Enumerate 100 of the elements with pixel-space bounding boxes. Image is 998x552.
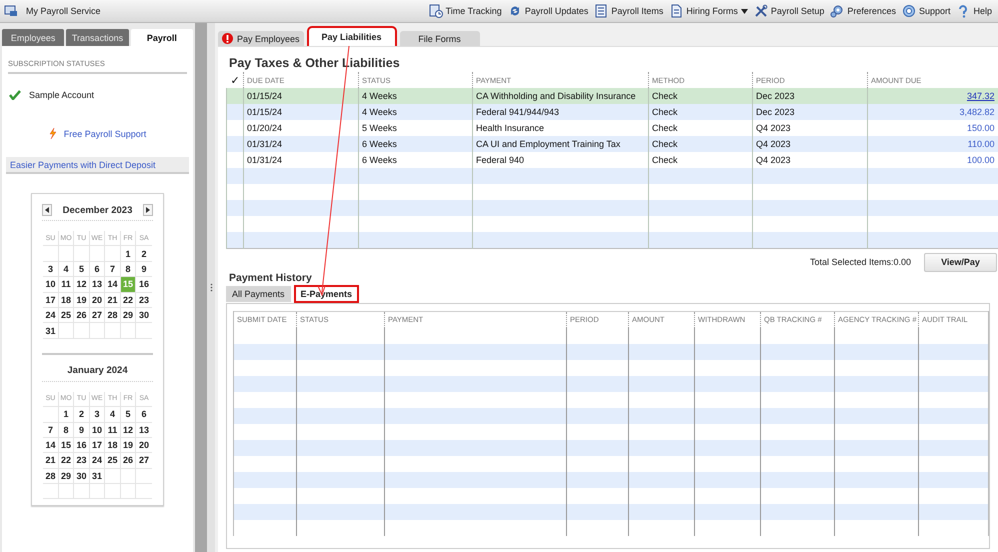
table-cell: 01/15/24 bbox=[244, 88, 358, 104]
calendar-day[interactable]: 16 bbox=[136, 277, 152, 293]
column-header[interactable]: ✓ bbox=[226, 72, 244, 88]
calendar-day[interactable]: 31 bbox=[90, 468, 106, 484]
calendar-day[interactable]: 2 bbox=[74, 407, 90, 423]
table-cell: Federal 941/944/943 bbox=[472, 104, 648, 120]
page-tab[interactable]: Pay Liabilities bbox=[308, 28, 395, 46]
calendar-day[interactable]: 11 bbox=[105, 422, 121, 438]
previous-month-button[interactable] bbox=[42, 204, 52, 216]
sidebar-tab[interactable]: Payroll bbox=[130, 29, 193, 46]
calendar-day[interactable]: 18 bbox=[58, 292, 74, 308]
calendar-day[interactable]: 26 bbox=[74, 308, 90, 324]
calendar-day[interactable]: 4 bbox=[105, 407, 121, 423]
empty-day-cell bbox=[58, 323, 74, 339]
calendar-day[interactable]: 29 bbox=[120, 308, 136, 324]
calendar-day[interactable]: 30 bbox=[74, 468, 90, 484]
calendar-day[interactable]: 7 bbox=[105, 262, 121, 278]
calendar-day[interactable]: 22 bbox=[58, 453, 74, 469]
calendar-day[interactable]: 1 bbox=[120, 246, 136, 262]
sidebar-tab[interactable]: Employees bbox=[2, 29, 64, 46]
calendar-day[interactable]: 2 bbox=[136, 246, 152, 262]
table-cell: Check bbox=[648, 104, 752, 120]
amount-cell[interactable]: 110.00 bbox=[868, 136, 998, 152]
page-tab[interactable]: File Forms bbox=[400, 31, 480, 46]
calendar-day[interactable]: 17 bbox=[90, 438, 106, 454]
calendar-day[interactable]: 28 bbox=[105, 308, 121, 324]
calendar-day[interactable]: 17 bbox=[43, 292, 59, 308]
calendar-day[interactable]: 5 bbox=[74, 262, 90, 278]
calendar-day[interactable]: 3 bbox=[43, 262, 59, 278]
empty-day-cell bbox=[43, 246, 59, 262]
calendar-day[interactable]: 21 bbox=[105, 292, 121, 308]
calendar-day[interactable]: 10 bbox=[43, 277, 59, 293]
calendar-day[interactable]: 14 bbox=[43, 438, 59, 454]
calendar-day[interactable]: 6 bbox=[90, 262, 106, 278]
calendar-day[interactable]: 20 bbox=[136, 438, 152, 454]
calendar-day[interactable]: 12 bbox=[120, 422, 136, 438]
page-tab[interactable]: Pay Employees bbox=[218, 31, 304, 46]
calendar-day[interactable]: 4 bbox=[58, 262, 74, 278]
toolbar-item[interactable]: Help bbox=[956, 4, 992, 18]
calendar-day[interactable]: 5 bbox=[120, 407, 136, 423]
empty-day-cell bbox=[74, 484, 90, 500]
calendar-day[interactable]: 18 bbox=[105, 438, 121, 454]
history-tab[interactable]: All Payments bbox=[226, 286, 291, 302]
empty-day-cell bbox=[105, 246, 121, 262]
calendar-day[interactable]: 31 bbox=[43, 323, 59, 339]
calendar-day[interactable]: 30 bbox=[136, 308, 152, 324]
calendar-day[interactable]: 9 bbox=[136, 262, 152, 278]
promo-link[interactable]: Easier Payments with Direct Deposit bbox=[6, 157, 189, 174]
calendar-day[interactable]: 28 bbox=[43, 468, 59, 484]
calendar-day[interactable]: 3 bbox=[90, 407, 106, 423]
amount-cell[interactable]: 347.32 bbox=[868, 88, 998, 104]
view-pay-button[interactable]: View/Pay bbox=[924, 252, 997, 272]
calendar-day[interactable]: 24 bbox=[90, 453, 106, 469]
table-row[interactable]: 01/15/24 4 Weeks CA Withholding and Disability Insurance Check Dec 2023 347.32 bbox=[226, 88, 998, 104]
calendar-day[interactable]: 13 bbox=[136, 422, 152, 438]
lifebuoy-icon bbox=[902, 4, 916, 18]
calendar-day[interactable]: 23 bbox=[74, 453, 90, 469]
calendar-day[interactable]: 20 bbox=[90, 292, 106, 308]
calendar-day[interactable]: 22 bbox=[120, 292, 136, 308]
calendar-day[interactable]: 26 bbox=[120, 453, 136, 469]
calendar-day[interactable]: 11 bbox=[58, 277, 74, 293]
month-title: January 2024 bbox=[66, 365, 129, 376]
toolbar-item[interactable]: Payroll Setup bbox=[754, 4, 824, 18]
toolbar-item[interactable]: Hiring Forms bbox=[669, 4, 748, 18]
support-link[interactable]: Free Payroll Support bbox=[64, 128, 146, 138]
calendar-day[interactable]: 9 bbox=[74, 422, 90, 438]
table-cell: 01/31/24 bbox=[244, 136, 358, 152]
calendar-day[interactable]: 25 bbox=[58, 308, 74, 324]
calendar-day[interactable]: 21 bbox=[43, 453, 59, 469]
toolbar-item[interactable]: Payroll Items bbox=[594, 4, 664, 18]
calendar-day[interactable]: 19 bbox=[120, 438, 136, 454]
calendar-day[interactable]: 12 bbox=[74, 277, 90, 293]
calendar-day[interactable]: 24 bbox=[43, 308, 59, 324]
toolbar-item[interactable]: Support bbox=[902, 4, 950, 18]
calendar-day[interactable]: 6 bbox=[136, 407, 152, 423]
next-month-button[interactable] bbox=[143, 204, 153, 216]
sidebar-tab[interactable]: Transactions bbox=[66, 29, 129, 46]
history-tab[interactable]: E-Payments bbox=[294, 286, 358, 302]
calendar-day[interactable]: 16 bbox=[74, 438, 90, 454]
calendar-day[interactable]: 27 bbox=[90, 308, 106, 324]
calendar-day[interactable]: 7 bbox=[43, 422, 59, 438]
calendar-day[interactable]: 13 bbox=[90, 277, 106, 293]
amount-cell[interactable]: 3,482.82 bbox=[868, 104, 998, 120]
calendar-day[interactable]: 19 bbox=[74, 292, 90, 308]
calendar-day[interactable]: 27 bbox=[136, 453, 152, 469]
table-row[interactable]: 01/15/24 4 Weeks Federal 941/944/943 Check Dec 2023 3,482.82 bbox=[226, 104, 998, 120]
empty-day-cell bbox=[74, 323, 90, 339]
toolbar-item[interactable]: Time Tracking bbox=[428, 4, 502, 18]
calendar-day[interactable]: 15 bbox=[58, 438, 74, 454]
calendar-day[interactable]: 25 bbox=[105, 453, 121, 469]
toolbar-item[interactable]: Preferences bbox=[830, 4, 896, 18]
calendar-day[interactable]: 29 bbox=[58, 468, 74, 484]
calendar-day[interactable]: 23 bbox=[136, 292, 152, 308]
calendar-day[interactable]: 1 bbox=[58, 407, 74, 423]
table-row[interactable]: 01/31/24 6 Weeks CA UI and Employment Training Tax Check Q4 2023 110.00 bbox=[226, 136, 998, 152]
calendar-day[interactable]: 10 bbox=[90, 422, 106, 438]
calendar-day[interactable]: 8 bbox=[58, 422, 74, 438]
toolbar-item[interactable]: Payroll Updates bbox=[508, 4, 588, 18]
table-cell: 01/15/24 bbox=[244, 104, 358, 120]
lightning-icon bbox=[48, 128, 56, 139]
